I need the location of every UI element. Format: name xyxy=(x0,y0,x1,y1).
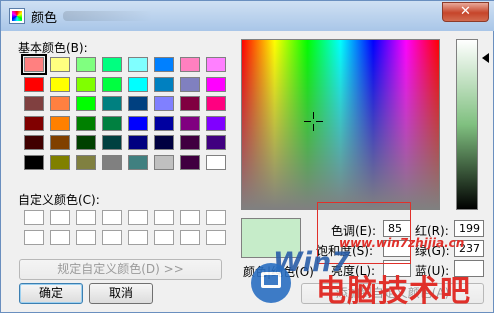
basic-color-swatch[interactable] xyxy=(50,57,70,72)
custom-color-slot[interactable] xyxy=(76,230,96,245)
close-button[interactable]: ✕ xyxy=(442,2,489,22)
basic-color-swatch[interactable] xyxy=(128,96,148,111)
luminance-arrow-icon[interactable] xyxy=(482,53,489,63)
basic-color-swatch[interactable] xyxy=(102,57,122,72)
basic-color-swatch[interactable] xyxy=(76,96,96,111)
basic-color-swatch[interactable] xyxy=(154,57,174,72)
basic-color-swatch[interactable] xyxy=(206,115,226,131)
custom-color-slot[interactable] xyxy=(102,210,122,225)
basic-color-swatch[interactable] xyxy=(128,154,148,170)
basic-color-swatch[interactable] xyxy=(154,96,174,111)
basic-color-swatch[interactable] xyxy=(50,96,70,111)
basic-color-swatch[interactable] xyxy=(76,135,96,150)
basic-color-swatch[interactable] xyxy=(180,135,200,150)
basic-color-swatch[interactable] xyxy=(24,115,44,131)
custom-color-slot[interactable] xyxy=(24,210,44,225)
custom-color-slot[interactable] xyxy=(76,210,96,225)
custom-color-slot[interactable] xyxy=(154,230,174,245)
color-palette-icon xyxy=(9,8,25,24)
basic-color-swatch[interactable] xyxy=(154,135,174,150)
basic-color-swatch[interactable] xyxy=(180,154,200,170)
custom-color-slot[interactable] xyxy=(180,210,200,225)
cancel-button[interactable]: 取消 xyxy=(89,283,153,304)
basic-color-swatch[interactable] xyxy=(206,76,226,92)
basic-color-swatch[interactable] xyxy=(128,135,148,150)
basic-color-swatch[interactable] xyxy=(24,96,44,111)
basic-color-swatch[interactable] xyxy=(128,57,148,72)
ok-button[interactable]: 确定 xyxy=(19,283,83,304)
basic-color-swatch[interactable] xyxy=(50,115,70,131)
basic-color-swatch[interactable] xyxy=(21,54,47,75)
basic-color-swatch[interactable] xyxy=(24,154,44,170)
custom-color-slot[interactable] xyxy=(102,230,122,245)
custom-color-slot[interactable] xyxy=(206,230,226,245)
basic-color-swatch[interactable] xyxy=(154,154,174,170)
watermark-monitor-logo-icon xyxy=(251,263,291,303)
basic-color-swatch[interactable] xyxy=(50,154,70,170)
custom-color-slot[interactable] xyxy=(50,210,70,225)
basic-color-swatch[interactable] xyxy=(24,76,44,92)
basic-color-swatch[interactable] xyxy=(128,76,148,92)
custom-color-slot[interactable] xyxy=(24,230,44,245)
basic-color-swatch[interactable] xyxy=(76,115,96,131)
window-title: 颜色 xyxy=(31,11,58,26)
basic-color-swatch[interactable] xyxy=(180,115,200,131)
basic-color-swatch[interactable] xyxy=(206,154,226,170)
basic-color-swatch[interactable] xyxy=(102,135,122,150)
custom-color-slot[interactable] xyxy=(180,230,200,245)
watermark-chinese-text: 电脑技术吧 xyxy=(316,274,471,309)
basic-color-swatch[interactable] xyxy=(102,96,122,111)
basic-color-swatch[interactable] xyxy=(206,96,226,111)
blurred-title-suffix xyxy=(63,11,153,21)
custom-color-slot[interactable] xyxy=(128,210,148,225)
custom-color-slot[interactable] xyxy=(50,230,70,245)
define-custom-colors-button[interactable]: 规定自定义颜色(D) >> xyxy=(19,259,222,280)
basic-colors-label: 基本颜色(B): xyxy=(18,41,88,55)
color-spectrum[interactable] xyxy=(241,39,440,210)
custom-color-slot[interactable] xyxy=(154,210,174,225)
crosshair-cursor-icon xyxy=(304,112,323,131)
basic-color-swatch[interactable] xyxy=(76,154,96,170)
basic-color-swatch[interactable] xyxy=(206,135,226,150)
basic-color-swatch[interactable] xyxy=(50,135,70,150)
basic-color-swatch[interactable] xyxy=(180,96,200,111)
basic-color-swatch[interactable] xyxy=(24,135,44,150)
basic-color-swatch[interactable] xyxy=(102,76,122,92)
basic-color-swatch[interactable] xyxy=(76,57,96,72)
luminance-slider[interactable] xyxy=(456,39,478,210)
basic-color-swatch[interactable] xyxy=(180,76,200,92)
watermark-url: www.win7zhijia.cn xyxy=(339,236,465,250)
basic-color-swatch[interactable] xyxy=(50,76,70,92)
custom-colors-label: 自定义颜色(C): xyxy=(18,193,100,207)
custom-color-slot[interactable] xyxy=(128,230,148,245)
basic-color-swatch[interactable] xyxy=(154,76,174,92)
basic-color-swatch[interactable] xyxy=(76,76,96,92)
basic-color-swatch[interactable] xyxy=(206,57,226,72)
basic-color-swatch[interactable] xyxy=(128,115,148,131)
title-bar: 颜色 ✕ xyxy=(1,1,494,31)
red-input[interactable]: 199 xyxy=(454,220,484,237)
basic-color-swatch[interactable] xyxy=(102,154,122,170)
color-dialog: 颜色 ✕ 基本颜色(B): 自定义颜色(C): 规定自定义颜色(D) >> 确定… xyxy=(0,0,494,313)
basic-color-swatch[interactable] xyxy=(154,115,174,131)
basic-color-swatch[interactable] xyxy=(180,57,200,72)
custom-color-slot[interactable] xyxy=(206,210,226,225)
basic-color-swatch[interactable] xyxy=(102,115,122,131)
